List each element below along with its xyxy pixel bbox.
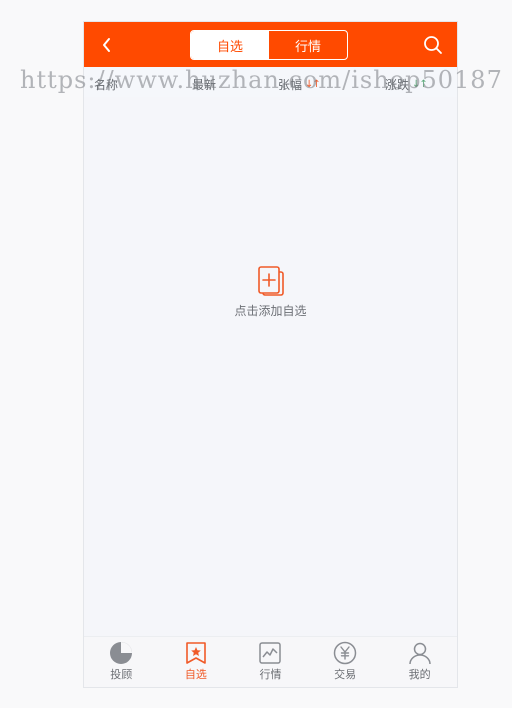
nav-market-label: 行情: [259, 668, 282, 681]
bookmark-star-icon: [184, 641, 208, 665]
nav-watchlist-label: 自选: [184, 668, 207, 681]
nav-trade[interactable]: 交易: [308, 637, 383, 687]
trend-chart-icon: [258, 641, 282, 665]
chevron-left-icon: [103, 38, 110, 52]
nav-advisor-label: 投顾: [110, 668, 133, 681]
user-icon: [408, 641, 432, 665]
nav-profile[interactable]: 我的: [382, 637, 457, 687]
column-headers: 名称 最新 张幅 ↓ ↑ 涨跌 ↓ ↑: [84, 67, 457, 97]
segment-switch: 自选 行情: [190, 30, 348, 60]
sort-arrows-icon: ↓ ↑: [412, 78, 428, 90]
col-name-label: 名称: [94, 78, 119, 92]
search-icon: [424, 36, 442, 54]
back-button[interactable]: [96, 34, 118, 56]
add-watchlist-prompt[interactable]: 点击添加自选: [84, 264, 457, 319]
nav-watchlist[interactable]: 自选: [159, 637, 234, 687]
col-change[interactable]: 涨跌 ↓ ↑: [385, 76, 428, 93]
nav-market[interactable]: 行情: [233, 637, 308, 687]
sort-arrows-icon: ↓ ↑: [305, 78, 321, 90]
empty-state-label: 点击添加自选: [234, 304, 307, 318]
top-bar: 自选 行情: [84, 22, 457, 67]
tab-watchlist[interactable]: 自选: [191, 31, 269, 59]
nav-advisor[interactable]: 投顾: [84, 637, 159, 687]
bottom-nav: 投顾 自选 行情 交易 我的: [84, 636, 457, 687]
add-favorite-icon: [257, 266, 284, 296]
tab-market[interactable]: 行情: [269, 31, 347, 59]
nav-trade-label: 交易: [334, 668, 357, 681]
col-latest[interactable]: 最新: [192, 76, 216, 93]
pie-chart-icon: [109, 641, 133, 665]
yen-coin-icon: [333, 641, 357, 665]
nav-profile-label: 我的: [408, 668, 431, 681]
col-change-label: 涨跌: [385, 78, 410, 92]
col-name[interactable]: 名称: [94, 76, 118, 93]
col-change-pct[interactable]: 张幅 ↓ ↑: [278, 76, 321, 93]
col-latest-label: 最新: [192, 78, 217, 92]
phone-screen: 自选 行情 名称 最新 张幅 ↓ ↑ 涨跌 ↓ ↑ 点击添加自选 投顾 自选 行…: [83, 21, 458, 688]
col-change-pct-label: 张幅: [278, 78, 303, 92]
search-button[interactable]: [421, 33, 445, 57]
